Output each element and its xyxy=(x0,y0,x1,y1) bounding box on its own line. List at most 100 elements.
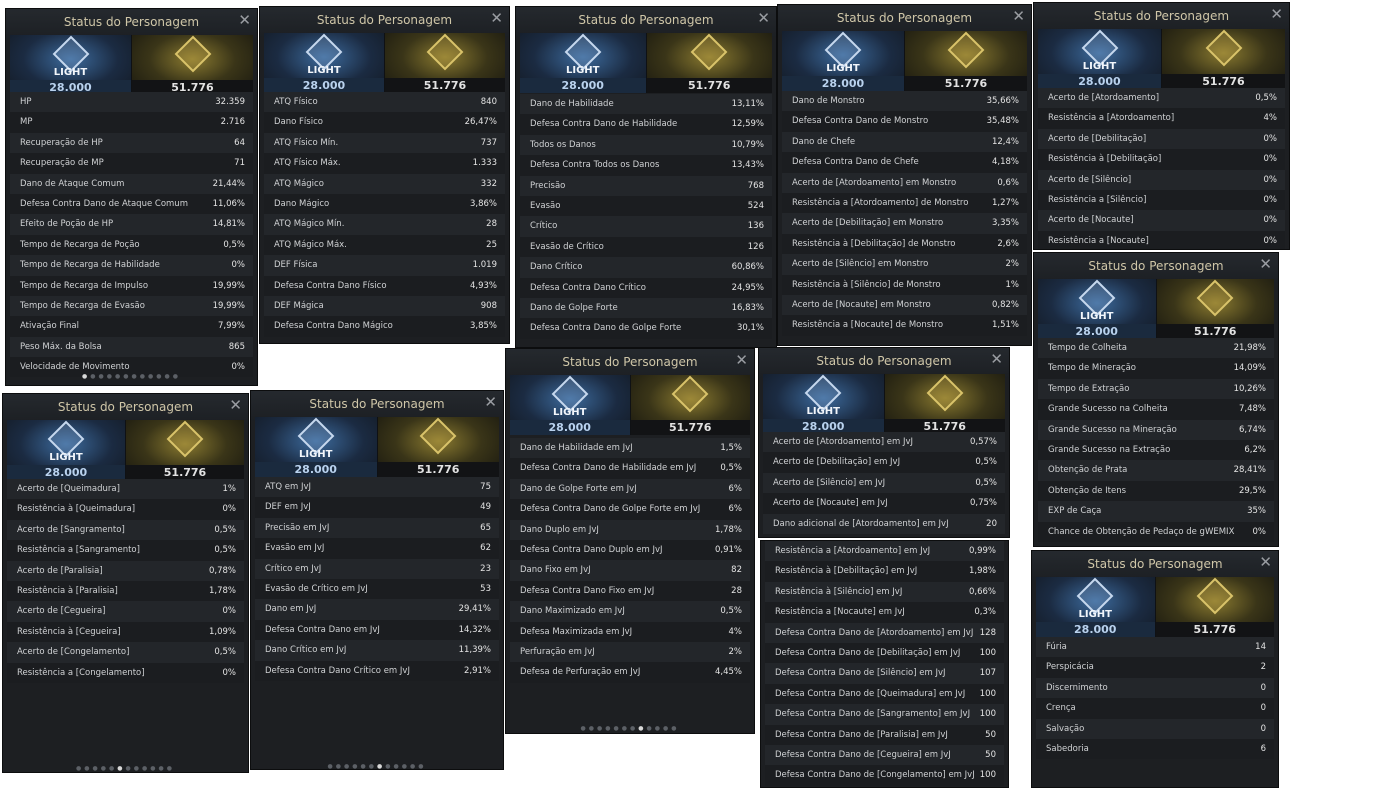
page-dot[interactable]: ● xyxy=(647,725,655,732)
page-dot[interactable]: ● xyxy=(123,373,131,380)
page-dot[interactable]: ● xyxy=(655,725,663,732)
page-dot[interactable]: ● xyxy=(134,765,142,772)
stat-row: Evasão de Crítico 126 xyxy=(520,236,772,258)
page-dot[interactable]: ● xyxy=(167,765,175,772)
stat-value: 30,1% xyxy=(736,323,764,334)
stat-list: ATQ Físico 840 Dano Físico 26,47% ATQ Físico… xyxy=(264,92,505,337)
stat-label: Resistência a [Atordoamento] de Monstro xyxy=(792,197,969,208)
status-panel: Status do Personagem ✕ LIGHT 28.000 51.776 AT… xyxy=(250,390,504,770)
page-dot[interactable]: ● xyxy=(581,725,589,732)
page-dot[interactable]: ● xyxy=(369,763,377,769)
stat-row: Dano Físico 26,47% xyxy=(264,112,505,133)
stat-label: Acerto de [Debilitação] em Monstro xyxy=(792,218,944,229)
page-dot[interactable]: ● xyxy=(93,765,101,772)
page-dot[interactable]: ● xyxy=(148,373,156,380)
page-dot[interactable]: ● xyxy=(614,725,622,732)
page-dot[interactable]: ● xyxy=(109,765,117,772)
page-dot[interactable]: ● xyxy=(142,765,150,772)
page-dot[interactable]: ● xyxy=(352,763,360,769)
page-dot[interactable]: ● xyxy=(622,725,630,732)
page-dot[interactable]: ● xyxy=(150,765,158,772)
page-indicator[interactable]: ●●●●●●●●●●●● xyxy=(3,765,248,772)
stat-label: Dano em JvJ xyxy=(265,604,317,615)
stat-value: 0% xyxy=(1263,154,1278,165)
page-dot[interactable]: ● xyxy=(402,763,410,769)
page-indicator[interactable]: ●●●●●●●●●●●● xyxy=(506,725,754,732)
page-dot[interactable]: ● xyxy=(115,373,123,380)
page-dot[interactable]: ● xyxy=(336,763,344,769)
page-dot[interactable]: ● xyxy=(394,763,402,769)
stat-row: Obtenção de Prata 28,41% xyxy=(1038,460,1274,481)
stat-value: 6% xyxy=(728,483,743,494)
close-icon[interactable]: ✕ xyxy=(735,351,748,369)
stat-list: Acerto de [Atordoamento] 0,5% Resistência … xyxy=(1038,88,1285,249)
stat-label: DEF Física xyxy=(274,260,318,271)
stat-row: Resistência à [Paralisia] 1,78% xyxy=(7,580,244,602)
page-dot[interactable]: ● xyxy=(671,725,679,732)
stat-row: Tempo de Mineração 14,09% xyxy=(1038,358,1274,379)
page-dot-active[interactable]: ● xyxy=(82,373,90,380)
light-emblem: LIGHT 28.000 xyxy=(520,33,647,93)
page-dot[interactable]: ● xyxy=(630,725,638,732)
stat-row: Defesa Contra Dano de [Congelamento] em … xyxy=(765,765,1004,786)
stat-row: Dano Fixo em JvJ 82 xyxy=(510,560,750,581)
page-dot[interactable]: ● xyxy=(418,763,426,769)
page-dot[interactable]: ● xyxy=(159,765,167,772)
page-dot[interactable]: ● xyxy=(107,373,115,380)
stat-label: Acerto de [Silêncio] xyxy=(1048,174,1132,185)
stat-label: Chance de Obtenção de Pedaço de gWEMIX xyxy=(1048,526,1235,537)
stat-row: ATQ Mágico Máx. 25 xyxy=(264,234,505,256)
page-dot[interactable]: ● xyxy=(605,725,613,732)
page-dot[interactable]: ● xyxy=(597,725,605,732)
page-dot[interactable]: ● xyxy=(84,765,92,772)
page-dot[interactable]: ● xyxy=(328,763,336,769)
stat-list: HP 32.359 MP 2.716 Recuperação de HP 64 Recupe… xyxy=(10,92,253,378)
page-dot[interactable]: ● xyxy=(140,373,148,380)
close-icon[interactable]: ✕ xyxy=(484,393,497,411)
page-dot-active[interactable]: ● xyxy=(638,725,646,732)
page-dot[interactable]: ● xyxy=(361,763,369,769)
page-dot[interactable]: ● xyxy=(76,765,84,772)
stat-value: 11,39% xyxy=(458,645,491,656)
close-icon[interactable]: ✕ xyxy=(1012,7,1025,25)
close-icon[interactable]: ✕ xyxy=(238,11,251,29)
page-dot[interactable]: ● xyxy=(126,765,134,772)
stat-value: 0 xyxy=(1260,682,1266,693)
page-indicator[interactable]: ●●●●●●●●●●●● xyxy=(251,763,503,769)
page-dot[interactable]: ● xyxy=(663,725,671,732)
close-icon[interactable]: ✕ xyxy=(1259,255,1272,273)
stat-row: ATQ Físico Máx. 1.333 xyxy=(264,153,505,174)
stat-row: Acerto de [Cegueira] 0% xyxy=(7,601,244,622)
close-icon[interactable]: ✕ xyxy=(990,350,1003,368)
stat-label: Defesa Contra Dano Crítico em JvJ xyxy=(265,665,410,676)
page-dot[interactable]: ● xyxy=(589,725,597,732)
stat-label: Todos os Danos xyxy=(530,139,596,150)
page-indicator[interactable]: ●●●●●●●●●●●● xyxy=(6,373,257,380)
stat-row: Grande Sucesso na Colheita 7,48% xyxy=(1038,399,1274,420)
dark-emblem: 51.776 xyxy=(884,374,1005,434)
page-dot-active[interactable]: ● xyxy=(117,765,125,772)
page-dot[interactable]: ● xyxy=(165,373,173,380)
page-dot[interactable]: ● xyxy=(101,765,109,772)
stat-row: Acerto de [Atordoamento] 0,5% xyxy=(1038,88,1285,109)
page-dot[interactable]: ● xyxy=(132,373,140,380)
combat-power-emblems: LIGHT 28.000 51.776 xyxy=(255,417,499,477)
stat-label: Dano de Chefe xyxy=(792,136,856,147)
page-dot[interactable]: ● xyxy=(344,763,352,769)
page-dot[interactable]: ● xyxy=(90,373,98,380)
stat-value: 100 xyxy=(979,709,996,720)
stat-value: 1,78% xyxy=(208,585,236,596)
close-icon[interactable]: ✕ xyxy=(229,396,242,414)
page-dot[interactable]: ● xyxy=(410,763,418,769)
close-icon[interactable]: ✕ xyxy=(1270,5,1283,23)
close-icon[interactable]: ✕ xyxy=(490,9,503,27)
page-dot[interactable]: ● xyxy=(156,373,164,380)
close-icon[interactable]: ✕ xyxy=(757,9,770,27)
page-dot[interactable]: ● xyxy=(385,763,393,769)
close-icon[interactable]: ✕ xyxy=(1259,553,1272,571)
stat-value: 0,5% xyxy=(214,647,236,658)
page-dot-active[interactable]: ● xyxy=(377,763,385,769)
page-dot[interactable]: ● xyxy=(99,373,107,380)
page-dot[interactable]: ● xyxy=(173,373,181,380)
stat-label: Precisão em JvJ xyxy=(265,522,330,533)
